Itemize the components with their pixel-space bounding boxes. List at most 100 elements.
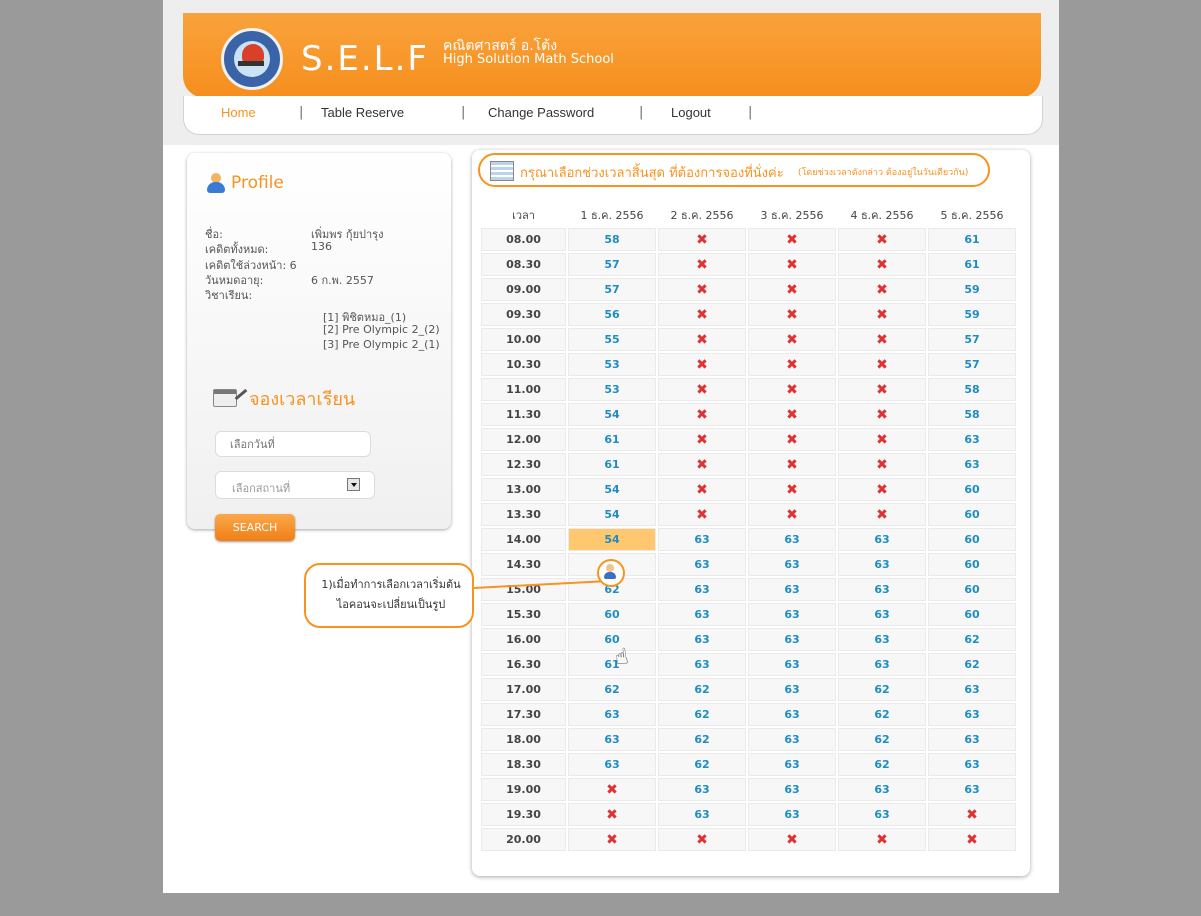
slot-cell[interactable]: 63 [838, 653, 926, 676]
subject-item: [2] Pre Olympic 2_(2) [323, 323, 440, 336]
logo-emblem-icon[interactable] [221, 28, 283, 90]
nav-change-password[interactable]: Change Password [488, 105, 594, 120]
slot-cell[interactable]: 62 [658, 753, 746, 776]
slot-cell[interactable]: 60 [928, 603, 1016, 626]
slot-cell[interactable]: 53 [568, 353, 656, 376]
slot-cell[interactable]: 63 [748, 728, 836, 751]
slot-cell[interactable]: 63 [748, 528, 836, 551]
nav-logout[interactable]: Logout [671, 105, 711, 120]
slot-cell[interactable]: 63 [658, 553, 746, 576]
slot-cell[interactable]: 63 [748, 778, 836, 801]
slot-cell[interactable]: 61 [928, 253, 1016, 276]
nav-home[interactable]: Home [221, 105, 256, 120]
slot-cell[interactable]: 62 [568, 678, 656, 701]
slot-cell[interactable]: 62 [838, 753, 926, 776]
search-button[interactable]: SEARCH [215, 514, 295, 541]
nav-table-reserve[interactable]: Table Reserve [321, 105, 404, 120]
slot-cell[interactable]: 62 [658, 703, 746, 726]
slot-cell[interactable]: 63 [928, 703, 1016, 726]
slot-cell[interactable]: 53 [568, 378, 656, 401]
slot-cell[interactable]: 61 [568, 453, 656, 476]
schedule-heading: กรุณาเลือกช่วงเวลาสิ้นสุด ที่ต้องการจองท… [520, 166, 784, 181]
slot-cell[interactable]: 63 [838, 803, 926, 826]
slot-cell[interactable]: 59 [928, 303, 1016, 326]
slot-cell[interactable]: 63 [838, 603, 926, 626]
unavailable-icon: ✖ [748, 453, 836, 476]
slot-cell[interactable]: 63 [838, 528, 926, 551]
slot-cell[interactable]: 63 [748, 553, 836, 576]
slot-cell[interactable]: 63 [838, 628, 926, 651]
slot-cell[interactable]: 55 [568, 328, 656, 351]
dropdown-icon[interactable] [347, 478, 360, 491]
slot-cell[interactable]: 54 [568, 478, 656, 501]
slot-cell[interactable]: 63 [748, 803, 836, 826]
slot-cell[interactable]: 62 [838, 728, 926, 751]
slot-cell[interactable]: 63 [748, 578, 836, 601]
slot-cell[interactable]: 60 [928, 478, 1016, 501]
slot-cell[interactable]: 61 [928, 228, 1016, 251]
slot-cell[interactable]: 58 [568, 228, 656, 251]
slot-cell[interactable]: 59 [928, 278, 1016, 301]
slot-cell[interactable]: 54 [568, 403, 656, 426]
slot-cell[interactable]: 60 [928, 553, 1016, 576]
slot-cell[interactable]: 63 [658, 628, 746, 651]
selected-user-icon-body [604, 572, 616, 579]
slot-cell[interactable]: 63 [928, 428, 1016, 451]
slot-cell[interactable]: 62 [658, 728, 746, 751]
slot-cell[interactable]: 63 [658, 803, 746, 826]
table-row: 13.30 54 ✖ ✖ ✖ 60 [481, 503, 1016, 526]
slot-cell[interactable]: 58 [928, 403, 1016, 426]
table-row: 15.30 60 63 63 63 60 [481, 603, 1016, 626]
slot-cell[interactable]: 63 [748, 703, 836, 726]
table-row: 18.30 63 62 63 62 63 [481, 753, 1016, 776]
place-select[interactable]: เลือกสถานที่ [215, 471, 375, 499]
slot-cell[interactable]: 54 [568, 503, 656, 526]
slot-cell[interactable]: 63 [658, 653, 746, 676]
date-input[interactable] [215, 431, 371, 457]
slot-cell[interactable]: 63 [658, 578, 746, 601]
slot-cell[interactable]: 63 [928, 753, 1016, 776]
slot-cell[interactable]: 63 [838, 778, 926, 801]
slot-cell[interactable]: 62 [928, 653, 1016, 676]
slot-cell[interactable]: 60 [568, 603, 656, 626]
slot-cell[interactable]: 63 [748, 628, 836, 651]
slot-cell[interactable]: 57 [928, 328, 1016, 351]
slot-cell[interactable]: 60 [928, 503, 1016, 526]
slot-cell[interactable]: 54 [568, 528, 656, 551]
slot-cell[interactable]: 60 [568, 628, 656, 651]
slot-cell[interactable]: 60 [928, 578, 1016, 601]
slot-cell[interactable]: 63 [838, 553, 926, 576]
slot-cell[interactable]: 63 [928, 728, 1016, 751]
slot-cell[interactable]: 63 [838, 578, 926, 601]
slot-cell[interactable]: 62 [838, 678, 926, 701]
slot-cell[interactable]: 63 [748, 753, 836, 776]
slot-cell[interactable]: 56 [568, 303, 656, 326]
slot-cell[interactable]: 57 [568, 278, 656, 301]
slot-cell[interactable]: 57 [568, 253, 656, 276]
slot-cell[interactable]: 63 [658, 528, 746, 551]
slot-cell[interactable]: 63 [748, 653, 836, 676]
unavailable-icon: ✖ [838, 828, 926, 851]
slot-cell[interactable]: 62 [658, 678, 746, 701]
slot-cell[interactable]: 57 [928, 353, 1016, 376]
slot-cell[interactable]: 63 [568, 753, 656, 776]
slot-cell[interactable]: 61 [568, 653, 656, 676]
slot-cell[interactable]: 63 [568, 703, 656, 726]
slot-cell[interactable]: 63 [748, 678, 836, 701]
slot-cell[interactable]: 63 [658, 603, 746, 626]
slot-cell[interactable]: 63 [568, 728, 656, 751]
slot-cell[interactable]: 63 [748, 603, 836, 626]
calendar-icon [213, 389, 237, 407]
slot-cell[interactable]: 63 [658, 778, 746, 801]
slot-cell[interactable]: 62 [838, 703, 926, 726]
slot-cell[interactable]: 63 [928, 778, 1016, 801]
slot-cell[interactable]: 60 [928, 528, 1016, 551]
slot-cell[interactable]: 62 [928, 628, 1016, 651]
slot-cell[interactable]: 63 [928, 678, 1016, 701]
slot-cell[interactable]: 63 [928, 453, 1016, 476]
slot-cell[interactable]: 61 [568, 428, 656, 451]
slot-cell[interactable]: 58 [928, 378, 1016, 401]
time-cell: 19.00 [481, 778, 566, 801]
table-row: 09.30 56 ✖ ✖ ✖ 59 [481, 303, 1016, 326]
schedule-body: 08.00 58 ✖ ✖ ✖ 61 08.30 57 ✖ ✖ ✖ 61 09.00 57 ✖ ✖ ✖ 59 09.3… [481, 228, 1016, 851]
